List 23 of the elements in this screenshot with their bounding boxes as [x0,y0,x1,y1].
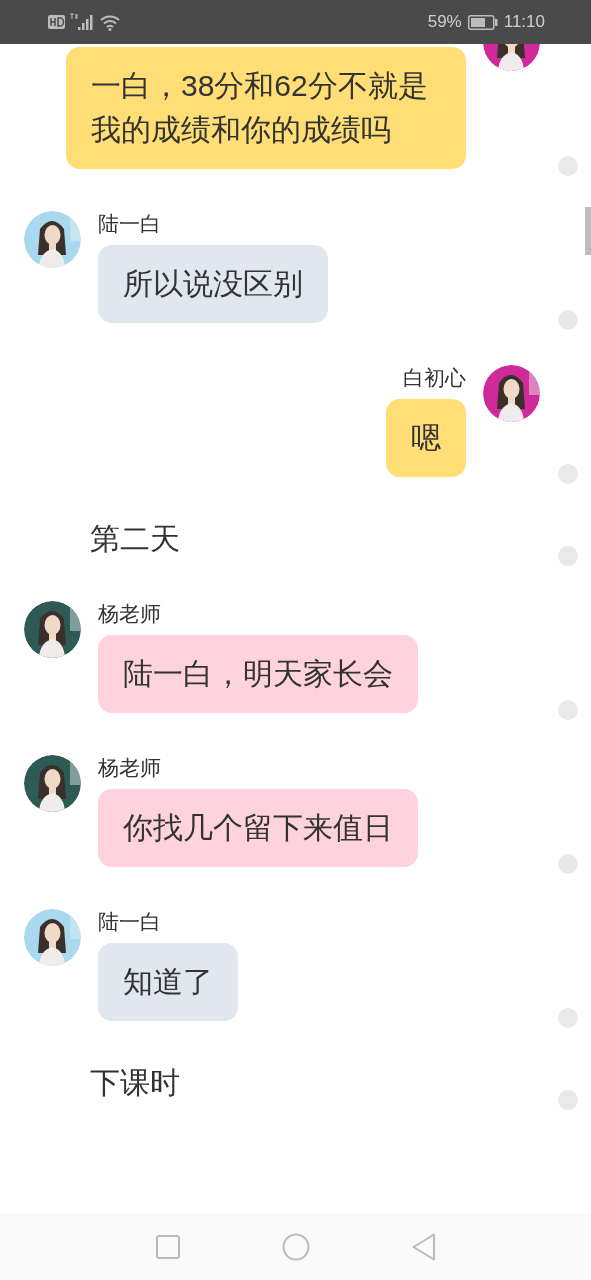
recents-icon[interactable] [155,1234,180,1259]
sender-name: 白初心 [403,365,466,391]
message-bubble: 你找几个留下来值日 [98,789,418,867]
message-bubble: 知道了 [98,943,238,1021]
signal-icon [69,13,96,31]
wifi-icon [100,13,120,31]
battery-icon [467,14,498,30]
back-icon[interactable] [411,1232,436,1261]
hd-icon [48,15,65,29]
sender-name: 陆一白 [98,211,161,237]
message-bubble: 陆一白，明天家长会 [98,635,418,713]
message-bubble: 嗯 [386,399,466,477]
narration-text: 下课时 [89,1064,180,1102]
sender-name: 陆一白 [98,909,161,935]
message-bubble: 一白，38分和62分不就是我的成绩和你的成绩吗 [66,47,466,169]
home-icon[interactable] [281,1232,310,1261]
narration-text: 第二天 [89,520,180,558]
sender-name: 杨老师 [98,755,161,781]
scrollbar[interactable] [585,207,591,255]
message-bubble: 所以说没区别 [98,245,328,323]
clock: 11:10 [503,12,545,32]
sender-name: 杨老师 [98,601,161,627]
battery-percent: 59% [427,12,462,32]
